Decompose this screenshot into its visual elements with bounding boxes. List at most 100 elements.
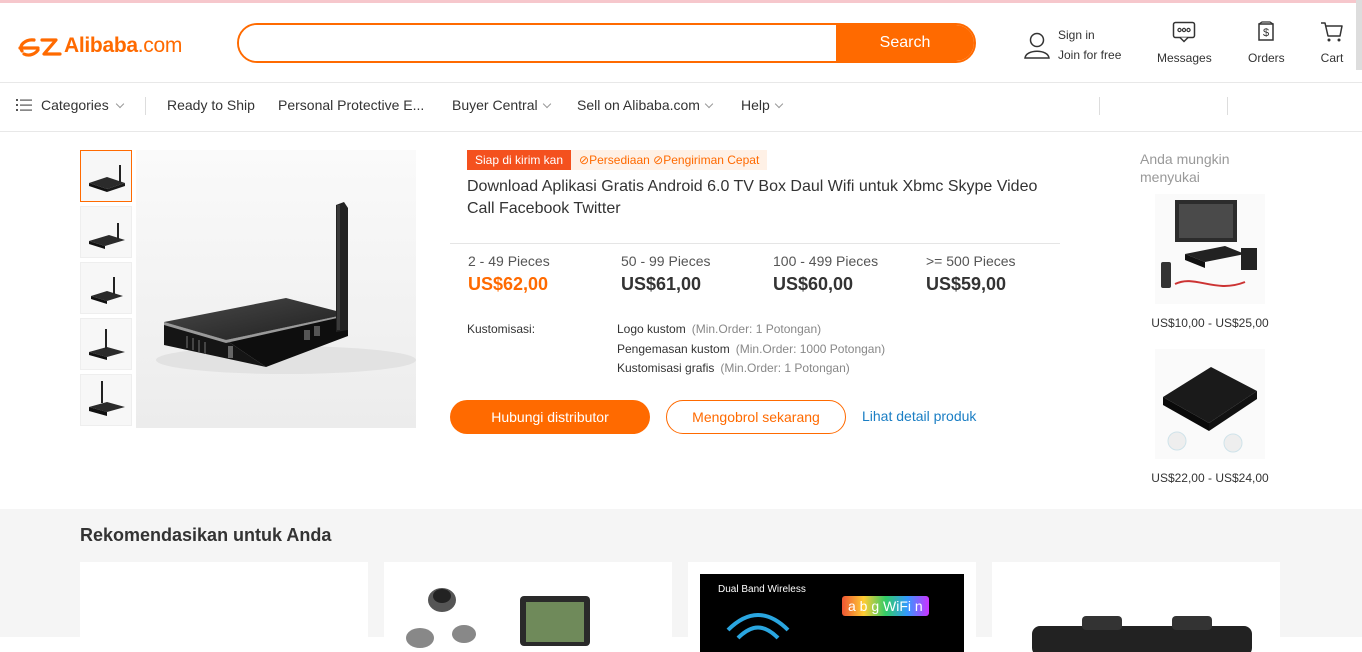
user-icon: [1024, 32, 1050, 59]
check-circle-icon: ⊘: [653, 153, 664, 167]
you-may-like-title: Anda mungkin menyukai: [1140, 151, 1230, 185]
chevron-down-icon: [704, 99, 714, 108]
customization-item: Pengemasan kustom (Min.Order: 1000 Potong…: [617, 341, 886, 356]
recommendations-title: Rekomendasikan untuk Anda: [80, 525, 332, 545]
product-tags: Siap di kirim kan ⊘Persediaan ⊘Pengirima…: [467, 150, 768, 170]
nav-buyer-central[interactable]: Buyer Central: [452, 97, 551, 113]
contact-supplier-button[interactable]: Hubungi distributor: [450, 400, 650, 434]
product-thumbnail[interactable]: [80, 318, 132, 370]
nav-help[interactable]: Help: [741, 97, 784, 113]
case-product-image: [1032, 616, 1252, 652]
recommended-product-image[interactable]: [1155, 194, 1265, 304]
tv-box-image: [89, 165, 125, 192]
ready-to-ship-tag: Siap di kirim kan: [467, 150, 572, 170]
category-nav: Categories Ready to Ship Personal Protec…: [0, 84, 1362, 132]
customization-item: Logo kustom (Min.Order: 1 Potongan): [617, 322, 822, 336]
tier-price: US$60,00: [773, 274, 854, 294]
tier-price: US$59,00: [926, 274, 1007, 294]
wifi-banner-text: Dual Band Wireless: [718, 584, 806, 595]
wifi-banner-image: Dual Band Wireless a b g WiFi n: [700, 574, 964, 652]
product-thumbnails: [80, 150, 132, 430]
recommended-price: US$10,00 - US$25,00: [1151, 316, 1269, 330]
customization-label: Kustomisasi:: [467, 322, 536, 336]
tier-quantity: 100 - 499 Pieces: [773, 253, 879, 269]
tv-box-image: [91, 277, 123, 304]
menu-icon: [16, 99, 32, 111]
orders-icon: $: [1258, 21, 1275, 41]
price-tier: 100 - 499 Pieces US$60,00: [773, 253, 878, 295]
customization-item: Kustomisasi grafis (Min.Order: 1 Potongan…: [617, 361, 850, 375]
price-divider: [450, 243, 1060, 244]
chevron-down-icon: [115, 99, 124, 108]
price-tier: >= 500 Pieces US$59,00: [926, 253, 1016, 295]
tier-price: US$62,00: [468, 274, 549, 294]
wifi-icon: [726, 613, 790, 640]
alibaba-logo[interactable]: Alibaba.com: [16, 29, 182, 63]
alibaba-logo-icon: [18, 38, 62, 57]
customization-list: Logo kustom (Min.Order: 1 Potongan) Penge…: [617, 320, 885, 379]
join-link[interactable]: Join for free: [1058, 45, 1121, 65]
cart-icon: [1321, 22, 1343, 42]
help-label: Help: [741, 97, 770, 113]
tv-box-image: [89, 381, 125, 416]
product-thumbnail[interactable]: [80, 206, 132, 258]
recommended-product-image[interactable]: [1155, 349, 1265, 459]
tv-box-image: [156, 202, 416, 374]
nav-personal-protective[interactable]: Personal Protective E...: [278, 97, 424, 113]
page-scrollbar[interactable]: [1356, 0, 1362, 70]
search-button[interactable]: Search: [836, 25, 974, 61]
search-input[interactable]: [239, 25, 836, 61]
nav-divider: [1099, 97, 1100, 115]
product-thumbnail[interactable]: [80, 374, 132, 426]
product-thumbnail[interactable]: [80, 150, 132, 202]
message-icon: [1173, 21, 1196, 43]
cart-button[interactable]: Cart: [1320, 21, 1344, 65]
product-main-image[interactable]: [136, 150, 416, 428]
nav-ready-to-ship[interactable]: Ready to Ship: [167, 97, 255, 113]
messages-label: Messages: [1157, 51, 1212, 65]
orders-label: Orders: [1248, 51, 1285, 65]
recommendation-card[interactable]: [80, 562, 368, 652]
check-circle-icon: ⊘: [579, 153, 590, 167]
wifi-standards-badge: a b g WiFi n: [842, 596, 929, 616]
logo-text: Alibaba.com: [64, 34, 183, 57]
tier-quantity: 50 - 99 Pieces: [621, 253, 711, 269]
stock-shipping-tag: ⊘Persediaan ⊘Pengiriman Cepat: [571, 150, 768, 170]
account-menu[interactable]: Sign in Join for free: [1022, 25, 1121, 65]
search-bar: Search: [237, 23, 976, 63]
hd-media-box-image: [1155, 349, 1265, 459]
recommendation-card[interactable]: Dual Band Wireless a b g WiFi n: [688, 562, 976, 652]
sign-in-link[interactable]: Sign in: [1058, 25, 1121, 45]
chat-now-button[interactable]: Mengobrol sekarang: [666, 400, 846, 434]
nav-divider: [1227, 97, 1228, 115]
recommended-price: US$22,00 - US$24,00: [1151, 471, 1269, 485]
price-tier: 50 - 99 Pieces US$61,00: [621, 253, 711, 295]
tier-price: US$61,00: [621, 274, 702, 294]
product-thumbnail[interactable]: [80, 262, 132, 314]
product-title[interactable]: Download Aplikasi Gratis Android 6.0 TV …: [467, 176, 1057, 220]
nav-divider: [145, 97, 146, 115]
categories-label: Categories: [41, 97, 109, 113]
media-player-image: [1155, 194, 1265, 304]
chevron-down-icon: [774, 99, 784, 108]
recommendations-section: Rekomendasikan untuk Anda Dual Band Wire…: [0, 509, 1362, 652]
messages-button[interactable]: Messages: [1157, 21, 1212, 65]
price-tier: 2 - 49 Pieces US$62,00: [468, 253, 550, 295]
cart-label: Cart: [1320, 51, 1344, 65]
tv-box-image: [89, 223, 125, 249]
security-camera-image: [406, 588, 590, 648]
recommendation-card[interactable]: [384, 562, 672, 652]
buyer-central-label: Buyer Central: [452, 97, 538, 113]
tier-quantity: 2 - 49 Pieces: [468, 253, 550, 269]
tier-quantity: >= 500 Pieces: [926, 253, 1016, 269]
svg-text:$: $: [1263, 27, 1269, 39]
orders-button[interactable]: $ Orders: [1248, 21, 1285, 65]
view-details-link[interactable]: Lihat detail produk: [862, 408, 976, 424]
chevron-down-icon: [542, 99, 551, 108]
recommendation-card[interactable]: [992, 562, 1280, 652]
nav-sell-on-alibaba[interactable]: Sell on Alibaba.com: [577, 97, 714, 113]
site-header: Alibaba.com Search Sign in Join for free…: [0, 3, 1362, 83]
sell-label: Sell on Alibaba.com: [577, 97, 700, 113]
tv-box-image: [89, 329, 125, 360]
categories-menu[interactable]: Categories: [16, 97, 124, 113]
